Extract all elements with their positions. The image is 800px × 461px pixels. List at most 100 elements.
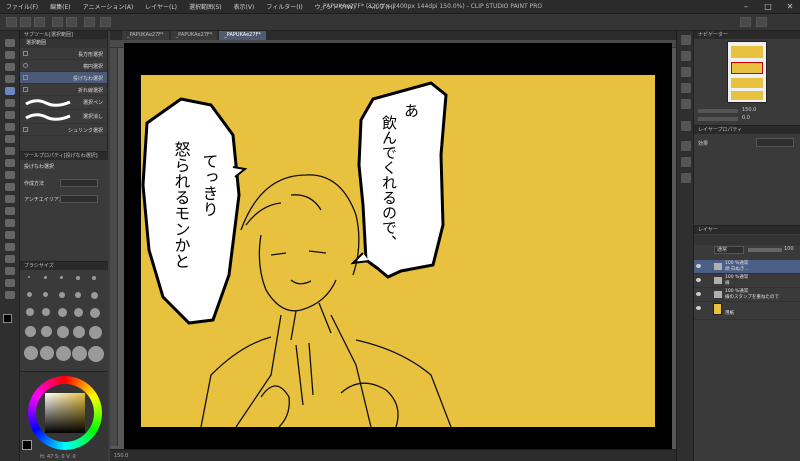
navigator-thumbnail[interactable]	[727, 41, 767, 103]
ruler-tool-icon[interactable]	[5, 255, 15, 263]
brush-size-preset[interactable]	[89, 326, 102, 339]
zoom-slider[interactable]	[698, 109, 738, 113]
hand-tool-icon[interactable]	[5, 51, 15, 59]
main-color-swatch[interactable]	[3, 314, 12, 323]
brush-size-preset[interactable]	[76, 276, 80, 280]
brush-size-preset[interactable]	[59, 292, 65, 298]
brush-size-preset[interactable]	[56, 346, 71, 361]
brush-size-preset[interactable]	[75, 292, 81, 298]
navigator-icon[interactable]	[681, 35, 691, 45]
move-tool-icon[interactable]	[5, 63, 15, 71]
brush-size-preset[interactable]	[26, 308, 34, 316]
effect-buttons[interactable]	[756, 138, 794, 147]
airbrush-tool-icon[interactable]	[5, 159, 15, 167]
brush-size-preset[interactable]	[60, 276, 63, 279]
selection-tool-icon[interactable]	[5, 87, 15, 95]
main-color-icon[interactable]	[22, 440, 32, 450]
auto-select-icon[interactable]	[5, 99, 15, 107]
frame-tool-icon[interactable]	[5, 243, 15, 251]
maximize-icon[interactable]: □	[762, 2, 774, 12]
navigator-zoom[interactable]: 150.0	[742, 107, 756, 113]
undo-icon[interactable]	[52, 17, 63, 27]
visibility-eye-icon[interactable]	[696, 292, 701, 296]
visibility-eye-icon[interactable]	[696, 264, 701, 268]
brush-size-preset[interactable]	[42, 308, 50, 316]
menu-animation[interactable]: アニメーション(A)	[77, 2, 140, 11]
history-icon[interactable]	[681, 67, 691, 77]
brush-tool-icon[interactable]	[5, 147, 15, 155]
document-tab-active[interactable]: _PAPUKAe27F*	[219, 31, 266, 40]
transform-icon[interactable]	[100, 17, 111, 27]
document-tab[interactable]: _PAPUKAe27F*	[170, 31, 218, 40]
opacity-value[interactable]: 100	[784, 246, 794, 252]
text-tool-icon[interactable]	[5, 267, 15, 275]
pen-tool-icon[interactable]	[5, 123, 15, 131]
layer-property-icon[interactable]	[681, 121, 691, 131]
menu-filter[interactable]: フィルター(I)	[260, 2, 308, 11]
balloon-tool-icon[interactable]	[5, 279, 15, 287]
menu-selection[interactable]: 選択範囲(S)	[183, 2, 228, 11]
operation-tool-icon[interactable]	[5, 75, 15, 83]
opacity-slider[interactable]	[748, 248, 782, 252]
subtool-item[interactable]: 長方形選択	[20, 48, 107, 60]
subtool-tab[interactable]: 選択範囲	[20, 39, 107, 48]
creation-method-selector[interactable]	[60, 179, 98, 187]
brush-size-preset[interactable]	[41, 326, 52, 337]
visibility-eye-icon[interactable]	[696, 306, 701, 310]
open-file-icon[interactable]	[20, 17, 31, 27]
item-bank-icon[interactable]	[681, 99, 691, 109]
gradient-tool-icon[interactable]	[5, 219, 15, 227]
user-icon[interactable]	[756, 17, 767, 27]
layer-row[interactable]: 100 %通常 線	[694, 274, 800, 288]
close-icon[interactable]: ✕	[784, 2, 796, 12]
brush-size-preset[interactable]	[88, 346, 104, 362]
brush-size-preset[interactable]	[28, 276, 30, 278]
menu-layer[interactable]: レイヤー(L)	[139, 2, 183, 11]
brush-size-preset[interactable]	[43, 292, 48, 297]
subtool-item[interactable]: 楕円選択	[20, 60, 107, 72]
brush-size-preset[interactable]	[90, 308, 100, 318]
brush-size-preset[interactable]	[91, 292, 98, 299]
zoom-readout[interactable]: 150.0	[114, 453, 128, 459]
new-file-icon[interactable]	[6, 17, 17, 27]
visibility-eye-icon[interactable]	[696, 278, 701, 282]
subtool-item[interactable]: シュリンク選択	[20, 124, 107, 136]
figure-tool-icon[interactable]	[5, 231, 15, 239]
brush-size-preset[interactable]	[24, 346, 38, 360]
clear-icon[interactable]	[84, 17, 95, 27]
layer-row[interactable]: 100 %通常 顔 白ぬき…	[694, 260, 800, 274]
minimize-icon[interactable]: –	[740, 2, 752, 12]
line-correction-icon[interactable]	[5, 291, 15, 299]
document-tab[interactable]: _PAPUKAe27F*	[122, 31, 169, 40]
layer-row[interactable]: 100 %通常 線のスタンプを重ねたので	[694, 288, 800, 302]
pencil-tool-icon[interactable]	[5, 135, 15, 143]
subtool-item[interactable]: 選択消し	[20, 110, 107, 124]
antialias-selector[interactable]	[60, 195, 98, 203]
eraser-tool-icon[interactable]	[5, 183, 15, 191]
brush-size-preset[interactable]	[74, 308, 83, 317]
layer-icon[interactable]	[681, 157, 691, 167]
auto-action-icon[interactable]	[681, 83, 691, 93]
brush-size-preset[interactable]	[27, 292, 32, 297]
canvas-page[interactable]: あ 飲んでくれるので、 てっきり 怒られるモンかと	[124, 43, 672, 450]
brush-size-preset[interactable]	[25, 326, 36, 337]
save-icon[interactable]	[34, 17, 45, 27]
brush-size-preset[interactable]	[58, 308, 67, 317]
fill-tool-icon[interactable]	[5, 207, 15, 215]
menu-file[interactable]: ファイル(F)	[0, 2, 44, 11]
layer-search-icon[interactable]	[681, 141, 691, 151]
rotation-slider[interactable]	[698, 117, 738, 121]
menu-view[interactable]: 表示(V)	[228, 2, 261, 11]
animation-icon[interactable]	[681, 173, 691, 183]
artwork[interactable]: あ 飲んでくれるので、 てっきり 怒られるモンかと	[141, 75, 655, 427]
menu-edit[interactable]: 編集(E)	[44, 2, 76, 11]
subtool-item[interactable]: 折れ線選択	[20, 84, 107, 96]
brush-size-preset[interactable]	[72, 346, 87, 361]
eyedropper-icon[interactable]	[5, 111, 15, 119]
blend-mode-select[interactable]: 通常	[714, 246, 744, 254]
material-icon[interactable]	[681, 51, 691, 61]
redo-icon[interactable]	[66, 17, 77, 27]
subtool-item[interactable]: 選択ペン	[20, 96, 107, 110]
zoom-tool-icon[interactable]	[5, 39, 15, 47]
brush-size-preset[interactable]	[92, 276, 96, 280]
